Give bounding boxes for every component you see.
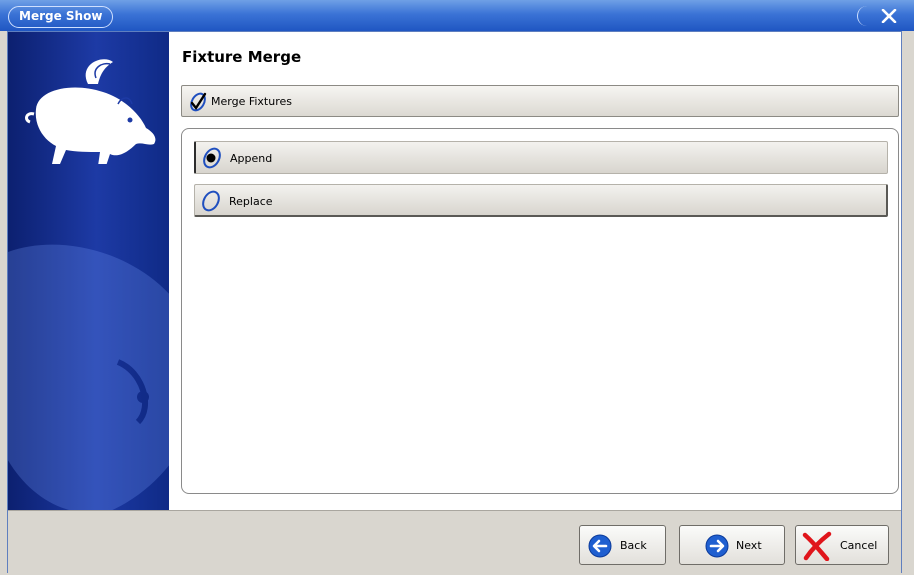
option-label: Replace [229, 195, 273, 208]
pig-watermark-icon [8, 244, 169, 510]
title-bar: Merge Show [0, 0, 914, 31]
cancel-label: Cancel [840, 539, 878, 552]
next-arrow-icon [705, 534, 729, 558]
cancel-x-icon [802, 531, 832, 561]
merge-fixtures-section: Merge Fixtures [181, 85, 899, 117]
sidebar-banner [8, 32, 169, 510]
option-append[interactable]: Append [194, 141, 888, 174]
main-content: Fixture Merge Merge Fixtures Append Repl… [169, 32, 901, 510]
radio-selected-icon [203, 147, 221, 169]
wizard-frame: Fixture Merge Merge Fixtures Append Repl… [7, 31, 902, 573]
option-replace[interactable]: Replace [194, 184, 888, 217]
close-button[interactable] [857, 6, 898, 26]
next-label: Next [736, 539, 762, 552]
close-icon [881, 9, 897, 23]
back-label: Back [620, 539, 647, 552]
radio-unselected-icon [202, 190, 220, 212]
page-title: Fixture Merge [182, 48, 302, 66]
flying-pig-logo-icon [25, 59, 156, 164]
back-arrow-icon [588, 534, 612, 558]
cancel-button[interactable]: Cancel [795, 525, 889, 565]
window-title: Merge Show [8, 6, 114, 28]
checkmark-icon [190, 92, 207, 112]
option-label: Append [230, 152, 273, 165]
section-label: Merge Fixtures [211, 95, 292, 108]
back-button[interactable]: Back [579, 525, 666, 565]
options-panel: Append Replace [181, 128, 899, 494]
next-button[interactable]: Next [679, 525, 785, 565]
wizard-footer: Back Next Cancel [8, 510, 901, 573]
